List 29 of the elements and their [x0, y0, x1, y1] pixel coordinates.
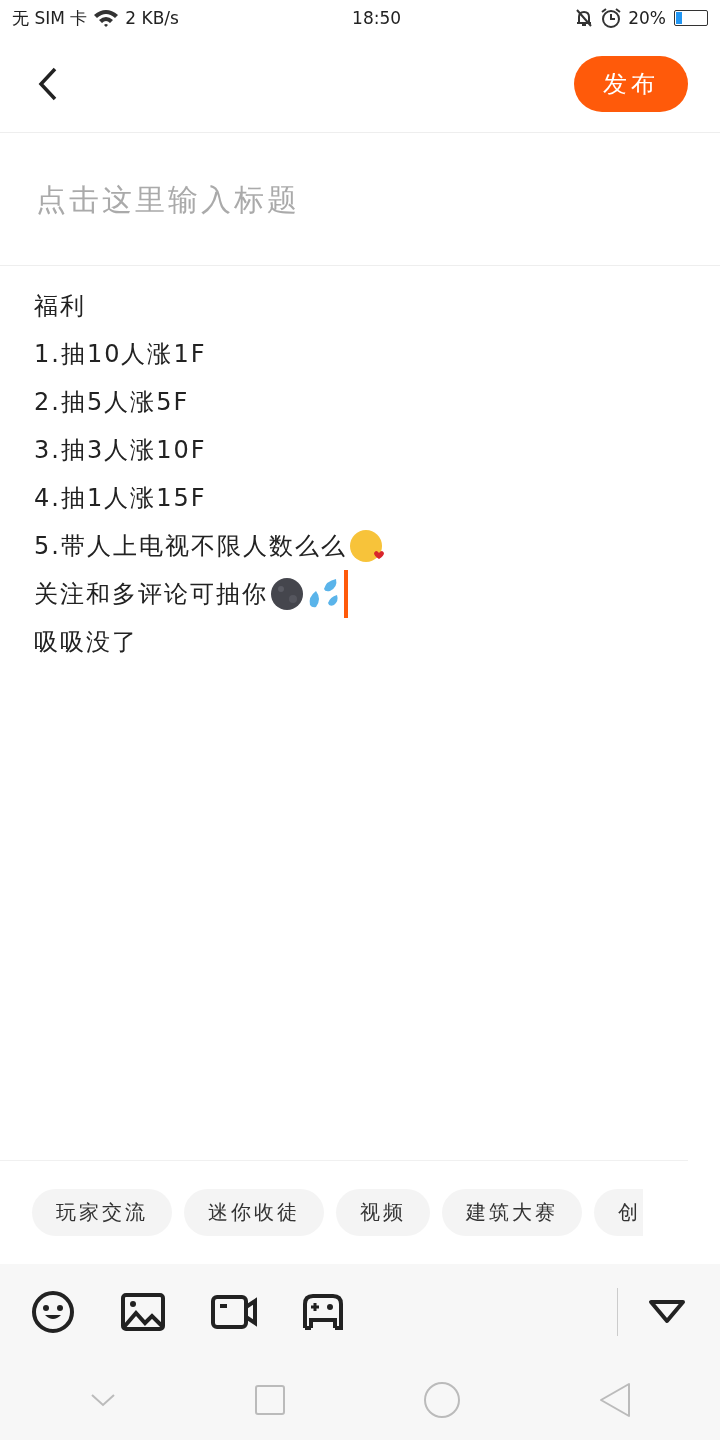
topic-chip[interactable]: 视频 — [336, 1189, 430, 1236]
body-text: 关注和多评论可抽你 — [34, 579, 268, 610]
body-text: 3.抽3人涨10F — [34, 435, 207, 466]
alarm-icon — [600, 7, 623, 29]
battery-percent: 20% — [628, 8, 666, 28]
body-text: 吸吸没了 — [34, 627, 138, 658]
body-text: 1.抽10人涨1F — [34, 339, 207, 370]
body-text: 5.带人上电视不限人数么么 — [34, 531, 347, 562]
wifi-icon — [93, 8, 120, 28]
network-speed: 2 KB/s — [125, 8, 179, 28]
gamepad-icon[interactable] — [303, 1294, 343, 1330]
image-icon[interactable] — [121, 1293, 165, 1331]
back-icon[interactable] — [38, 67, 58, 101]
clock-time: 18:50 — [352, 8, 402, 28]
body-text: 4.抽1人涨15F — [34, 483, 207, 514]
body-text: 福利 — [34, 291, 86, 322]
video-camera-icon[interactable] — [211, 1295, 257, 1329]
topic-chip[interactable]: 迷你收徒 — [184, 1189, 324, 1236]
kiss-emoji-icon — [348, 529, 385, 563]
dark-moon-emoji-icon — [270, 577, 304, 611]
collapse-icon[interactable] — [648, 1299, 686, 1325]
topic-chip[interactable]: 玩家交流 — [32, 1189, 172, 1236]
body-text: 2.抽5人涨5F — [34, 387, 190, 418]
topic-chip[interactable]: 建筑大赛 — [442, 1189, 582, 1236]
muted-bell-icon — [574, 8, 595, 28]
battery-icon — [674, 10, 708, 26]
topic-chip[interactable]: 创 — [594, 1189, 643, 1236]
carrier-text: 无 SIM 卡 — [12, 6, 88, 30]
emoji-icon[interactable] — [31, 1290, 75, 1334]
